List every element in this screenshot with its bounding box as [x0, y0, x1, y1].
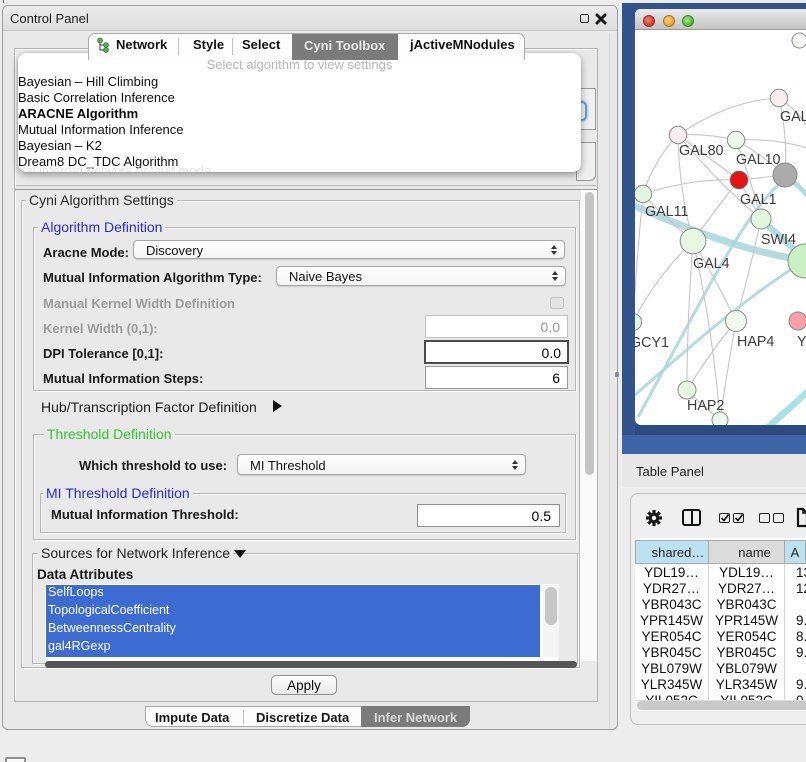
svg-text:GAL1: GAL1: [740, 192, 777, 208]
svg-text:GAL11: GAL11: [645, 204, 688, 220]
svg-text:GAL7: GAL7: [780, 109, 806, 125]
svg-text:YM: YM: [797, 334, 806, 350]
svg-text:GCY1: GCY1: [635, 335, 669, 351]
svg-text:HAP4: HAP4: [737, 334, 774, 350]
svg-text:GAL80: GAL80: [679, 143, 724, 159]
svg-text:GAL10: GAL10: [736, 152, 781, 168]
svg-text:SWI4: SWI4: [761, 232, 796, 248]
svg-text:HAP2: HAP2: [687, 398, 724, 414]
svg-text:GAL4: GAL4: [693, 256, 730, 272]
